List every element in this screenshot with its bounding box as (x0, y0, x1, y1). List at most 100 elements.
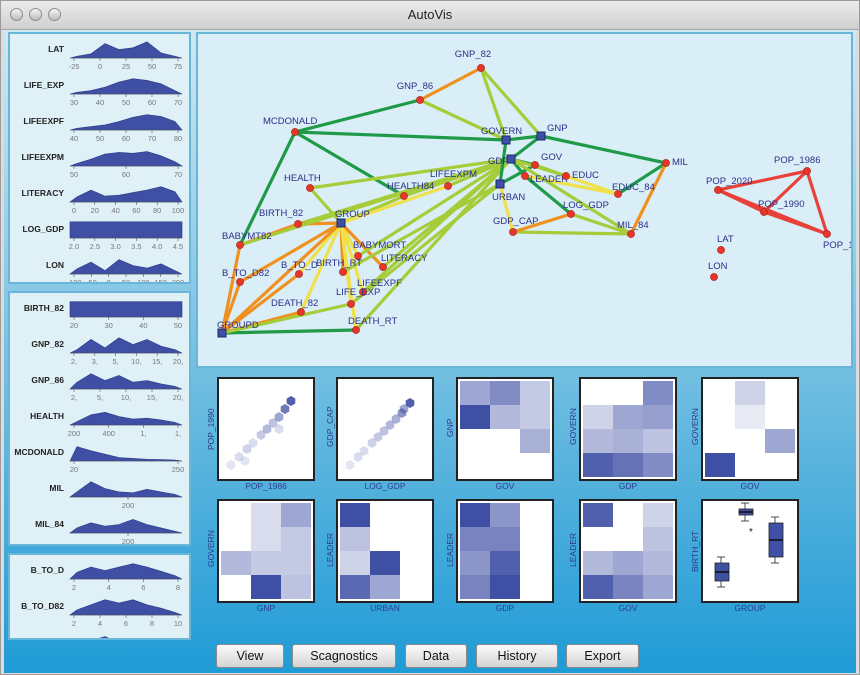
variable-graph[interactable]: GNP_82GNP_86MCDONALDGOVERN GNPGDP GOVLEADE… (198, 34, 851, 366)
tick-label: 2, (71, 357, 77, 366)
graph-node[interactable] (295, 270, 303, 278)
heatmap-cell (613, 575, 643, 599)
tick-label: 75 (174, 62, 182, 71)
hexbin (286, 396, 296, 406)
graph-node-label: GOV (541, 152, 563, 163)
data-button[interactable]: Data (405, 644, 467, 668)
tick-label: 40 (96, 98, 104, 107)
heatmap-cell (490, 381, 520, 405)
heatmap-cell (340, 503, 370, 527)
heatmap-cell (281, 551, 311, 575)
scagnostics-button[interactable]: Scagnostics (292, 644, 396, 668)
graph-node[interactable] (379, 263, 387, 271)
tick-label: 200 (172, 278, 185, 284)
scatterplot-cell[interactable] (336, 377, 434, 481)
scatterplot-cell[interactable] (579, 499, 677, 603)
heatmap-cell (643, 551, 673, 575)
graph-node[interactable] (567, 210, 575, 218)
graph-node[interactable] (714, 186, 722, 194)
scatterplot-cell[interactable] (579, 377, 677, 481)
scatterplot-cell[interactable] (456, 377, 554, 481)
density-plot (99, 636, 110, 638)
tick-label: 3.5 (131, 242, 141, 251)
graph-node[interactable] (347, 300, 355, 308)
graph-node[interactable] (536, 131, 546, 141)
graph-node-label: MCDONALD (263, 116, 318, 127)
graph-node[interactable] (444, 182, 452, 190)
scatterplot-cell[interactable] (217, 377, 315, 481)
graph-node[interactable] (521, 172, 529, 180)
graph-node[interactable] (291, 128, 299, 136)
tick-label: 2 (72, 619, 76, 628)
density-plot: 2.0 2.5 3.0 3.5 4.0 4.5 (69, 221, 183, 251)
graph-node[interactable] (501, 135, 511, 145)
distribution-panel-1[interactable]: LAT -25 0 25 50 75 LIFE_EXP 30 40 50 60 70 LIFEEXPF 4… (8, 32, 191, 284)
graph-node-label: B_TO_D82 (222, 268, 269, 279)
view-button[interactable]: View (216, 644, 284, 668)
export-button[interactable]: Export (566, 644, 639, 668)
graph-node[interactable] (306, 184, 314, 192)
heatmap-cell (643, 503, 673, 527)
distribution-panel-2[interactable]: BIRTH_82 20 30 40 50 GNP_82 2, 3, 5, 10, 15, 20, GNP… (8, 291, 191, 546)
graph-node-label: LON (708, 261, 728, 272)
scatterplot-x-label: GDP (495, 603, 515, 613)
graph-node[interactable] (717, 246, 725, 254)
graph-node[interactable] (236, 278, 244, 286)
tick-label: 70 (174, 170, 182, 179)
graph-node[interactable] (662, 159, 670, 167)
graph-node[interactable] (297, 308, 305, 316)
graph-node[interactable] (823, 230, 831, 238)
heatmap-cell (765, 429, 795, 453)
density-plot: 2, 3, 5, 10, 15, 20, (69, 337, 183, 366)
distribution-label: LOG_GDP (22, 224, 64, 234)
heatmap-cell (520, 405, 550, 429)
heatmap-cell (251, 551, 281, 575)
distribution-label: LAT (48, 44, 64, 54)
window-title: AutoVis (407, 7, 453, 22)
scatterplot-canvas (340, 503, 400, 599)
scatterplot-cell[interactable] (456, 499, 554, 603)
tick-label: 250 (172, 465, 185, 474)
graph-node[interactable] (294, 220, 302, 228)
main-content: LAT -25 0 25 50 75 LIFE_EXP 30 40 50 60 70 LIFEEXPF 4… (4, 30, 856, 673)
graph-node[interactable] (339, 268, 347, 276)
graph-node[interactable] (562, 172, 570, 180)
scatterplot-cell[interactable] (701, 377, 799, 481)
graph-node[interactable] (710, 273, 718, 281)
graph-node-label: GDP_CAP (493, 216, 538, 227)
graph-node[interactable] (236, 241, 244, 249)
graph-node[interactable] (803, 167, 811, 175)
history-button[interactable]: History (476, 644, 558, 668)
tick-label: 3, (92, 357, 98, 366)
graph-node[interactable] (416, 96, 424, 104)
graph-node[interactable] (509, 228, 517, 236)
graph-node[interactable] (531, 161, 539, 169)
scatterplot-cell[interactable]: * (701, 499, 799, 603)
scatterplot-y-label: LEADER (445, 532, 455, 567)
scatterplot-x-label: POP_1986 (245, 481, 287, 491)
graph-node[interactable] (336, 218, 346, 228)
graph-node[interactable] (627, 230, 635, 238)
graph-node[interactable] (477, 64, 485, 72)
heatmap-cell (735, 405, 765, 429)
scatterplot-cell[interactable] (217, 499, 315, 603)
tick-label: 60 (148, 98, 156, 107)
graph-node[interactable] (495, 179, 505, 189)
scatterplot-cell[interactable] (336, 499, 434, 603)
hexbin (226, 460, 236, 470)
graph-node[interactable] (352, 326, 360, 334)
tick-label: 0 (98, 62, 102, 71)
graph-node[interactable] (400, 192, 408, 200)
tick-label: 20 (70, 321, 78, 330)
scagnostics-graph-panel[interactable]: GNP_82 GNP_86 MCDONALD GOVERN GNP GDP GOV LEADE… (196, 32, 853, 368)
distribution-label: GNP_82 (31, 339, 64, 349)
distribution-panel-3[interactable]: B_TO_D 2 4 6 8 B_TO_D82 2 4 6 8 10 BABYMORT (8, 553, 191, 640)
graph-node-label: BABYMT82 (222, 231, 272, 242)
density-plot: 2 4 6 8 10 (69, 599, 182, 628)
heatmap-cell (613, 453, 643, 477)
heatmap-cell (613, 551, 643, 575)
distribution-label: B_TO_D (30, 565, 64, 575)
title-bar[interactable]: AutoVis (1, 1, 859, 30)
tick-label: 4 (107, 583, 111, 592)
heatmap-cell (251, 503, 281, 527)
